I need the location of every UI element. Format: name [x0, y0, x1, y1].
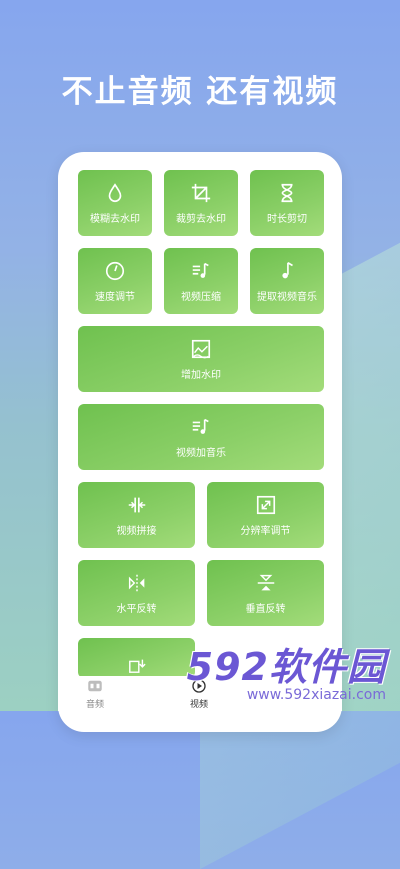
speedometer-icon [104, 260, 126, 282]
tile-video-add-music[interactable]: 视频加音乐 [78, 404, 324, 470]
tile-extract-music[interactable]: 提取视频音乐 [250, 248, 324, 314]
tile-add-watermark[interactable]: 增加水印 [78, 326, 324, 392]
tile-label: 分辨率调节 [240, 525, 291, 537]
tile-blur-watermark[interactable]: 模糊去水印 [78, 170, 152, 236]
tile-label: 视频压缩 [181, 291, 221, 303]
tile-video-merge[interactable]: 视频拼接 [78, 482, 195, 548]
tile-crop-watermark[interactable]: 裁剪去水印 [164, 170, 238, 236]
tab-audio[interactable]: 音频 [86, 678, 104, 710]
watermark-url: www.592xiazai.com [246, 687, 386, 703]
crop-icon [190, 182, 212, 204]
tile-label: 时长剪切 [267, 213, 307, 225]
rotate-icon [126, 656, 148, 674]
tile-label: 垂直反转 [245, 603, 286, 615]
music-list-icon [190, 416, 212, 438]
water-drop-icon [104, 182, 126, 204]
resize-icon [255, 494, 277, 516]
flip-vertical-icon [255, 572, 277, 594]
tile-label: 速度调节 [95, 291, 135, 303]
tile-label: 裁剪去水印 [176, 213, 226, 225]
audio-tab-icon [86, 678, 104, 697]
watermark-brand: 592软件园 [186, 645, 386, 689]
headline: 不止音频 还有视频 [61, 74, 339, 110]
tile-speed-adjust[interactable]: 速度调节 [78, 248, 152, 314]
tile-label: 水平反转 [116, 603, 157, 615]
tile-label: 视频拼接 [116, 525, 157, 537]
site-watermark: 592软件园 www.592xiazai.com [187, 636, 386, 703]
tile-video-compress[interactable]: 视频压缩 [164, 248, 238, 314]
merge-icon [126, 494, 148, 516]
tile-label: 增加水印 [181, 369, 221, 381]
tile-label: 视频加音乐 [176, 447, 226, 459]
tile-duration-cut[interactable]: 时长剪切 [250, 170, 324, 236]
music-note-icon [276, 260, 298, 282]
tile-partial[interactable] [78, 638, 195, 678]
hourglass-icon [276, 182, 298, 204]
tile-label: 模糊去水印 [90, 213, 140, 225]
tile-horizontal-flip[interactable]: 水平反转 [78, 560, 195, 626]
music-list-icon [190, 260, 212, 282]
tile-label: 提取视频音乐 [257, 291, 317, 303]
tab-label: 音频 [86, 700, 105, 710]
tile-resolution-adjust[interactable]: 分辨率调节 [207, 482, 324, 548]
image-wave-icon [190, 338, 212, 360]
tile-vertical-flip[interactable]: 垂直反转 [207, 560, 324, 626]
flip-horizontal-icon [126, 572, 148, 594]
